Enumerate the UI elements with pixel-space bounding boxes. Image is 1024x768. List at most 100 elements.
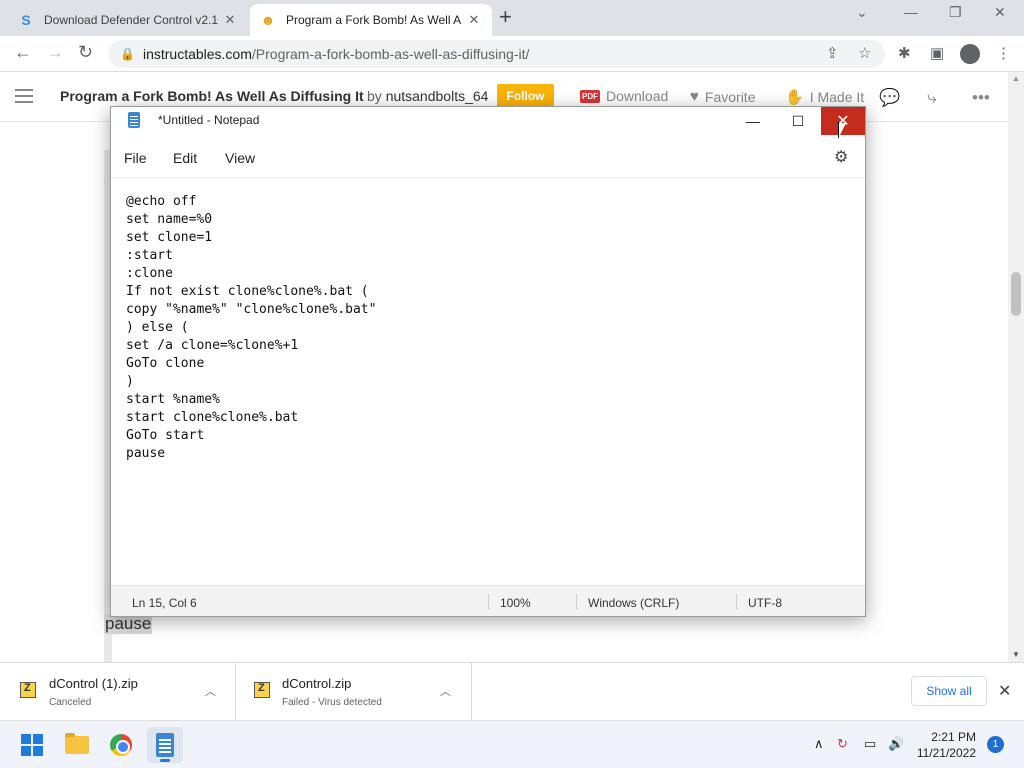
page-scrollbar[interactable]: ▲ ▼ (1008, 72, 1024, 662)
download-status: Canceled (49, 697, 92, 708)
minimize-icon[interactable]: — (904, 4, 918, 20)
tab-defender-control[interactable]: S Download Defender Control v2.1 ✕ (8, 4, 248, 36)
notepad-maximize-button[interactable]: ☐ (776, 107, 820, 135)
show-all-downloads-button[interactable]: Show all (911, 676, 987, 706)
favorite-label: Favorite (704, 88, 756, 105)
close-tab-icon[interactable]: ✕ (222, 12, 238, 28)
favorite-button[interactable]: ♥ Favorite (690, 88, 755, 105)
pdf-icon: PDF (580, 89, 600, 103)
code-line: @echo off (126, 194, 197, 209)
scrollbar-thumb[interactable] (1011, 272, 1021, 316)
address-bar[interactable]: 🔒 instructables.com/Program-a-fork-bomb-… (108, 40, 885, 68)
follow-button[interactable]: Follow (497, 84, 554, 108)
notepad-window: *Untitled - Notepad — ☐ ✕ File Edit View… (110, 106, 866, 617)
bookmark-star-icon[interactable]: ☆ (858, 44, 871, 62)
code-line: set name=%0 (126, 212, 213, 227)
chevron-up-icon[interactable]: ︿ (440, 683, 451, 699)
code-line: ) else ( (126, 320, 189, 335)
hamburger-menu-icon[interactable] (15, 89, 33, 103)
cursor-position: Ln 15, Col 6 (132, 596, 197, 610)
download-button[interactable]: PDF Download (580, 88, 668, 104)
menu-file[interactable]: File (124, 150, 147, 166)
notepad-title-bar[interactable]: *Untitled - Notepad — ☐ ✕ (111, 107, 865, 135)
share-icon[interactable]: ⇪ (826, 44, 839, 62)
clock[interactable]: 2:21 PM 11/21/2022 (916, 729, 976, 761)
code-line: pause (126, 446, 166, 461)
article-byline: by nutsandbolts_64 (367, 88, 488, 104)
code-line: GoTo clone (126, 356, 205, 371)
comments-icon[interactable]: 💬 (879, 88, 900, 108)
url-path: /Program-a-fork-bomb-as-well-as-diffusin… (251, 46, 530, 62)
settings-gear-icon[interactable]: ⚙ (834, 147, 848, 167)
download-item[interactable]: dControl.zip Failed - Virus detected ︿ (236, 663, 472, 720)
zip-file-icon (254, 682, 270, 698)
article-title[interactable]: Program a Fork Bomb! As Well As Diffusin… (60, 88, 364, 104)
chevron-up-icon[interactable]: ︿ (205, 683, 216, 699)
author-link[interactable]: nutsandbolts_64 (386, 88, 489, 104)
notification-badge[interactable]: 1 (987, 736, 1004, 753)
taskbar-chrome[interactable] (103, 727, 139, 763)
notepad-text-area[interactable]: @echo off set name=%0 set clone=1:start:cl… (111, 177, 865, 585)
windows-taskbar: ∧ ↻ ▭ 🔊 2:21 PM 11/21/2022 1 (0, 720, 1024, 768)
download-label: Download (606, 88, 669, 104)
display-icon[interactable]: ▭ (864, 736, 876, 752)
scroll-down-icon[interactable]: ▼ (1012, 650, 1020, 659)
downloads-bar: dControl (1).zip Canceled ︿ dControl.zip… (0, 662, 1024, 720)
volume-icon[interactable]: 🔊 (888, 736, 904, 752)
tab-fork-bomb[interactable]: ☻ Program a Fork Bomb! As Well A ✕ (250, 4, 492, 36)
code-line: start %name% (126, 392, 220, 407)
forward-arrow-icon[interactable]: → (46, 42, 64, 63)
close-downloads-bar-icon[interactable]: ✕ (998, 681, 1011, 701)
heart-icon: ♥ (690, 88, 699, 105)
code-line: set clone=1 (126, 230, 213, 245)
status-divider (576, 594, 577, 610)
browser-toolbar: ← → ↻ 🔒 instructables.com/Program-a-fork… (0, 36, 1024, 72)
clock-date: 11/21/2022 (916, 746, 976, 760)
menu-view[interactable]: View (225, 150, 255, 166)
chrome-icon (110, 734, 132, 756)
hand-icon: ✋ (785, 89, 804, 106)
close-tab-icon[interactable]: ✕ (466, 12, 482, 28)
download-filename: dControl.zip (282, 676, 352, 691)
scroll-up-icon[interactable]: ▲ (1012, 74, 1020, 83)
notepad-icon (156, 733, 174, 757)
restore-icon[interactable]: ❐ (949, 4, 962, 21)
profile-avatar[interactable] (960, 44, 980, 64)
close-window-icon[interactable]: ✕ (994, 4, 1006, 21)
taskbar-file-explorer[interactable] (59, 727, 95, 763)
share-icon[interactable]: ⤷ (927, 88, 937, 108)
menu-kebab-icon[interactable]: ⋮ (996, 44, 1011, 62)
new-tab-button[interactable]: + (499, 6, 512, 28)
menu-edit[interactable]: Edit (173, 150, 197, 166)
tab-title: Program a Fork Bomb! As Well A (286, 13, 462, 27)
taskbar-notepad[interactable] (147, 727, 183, 763)
download-item[interactable]: dControl (1).zip Canceled ︿ (0, 663, 236, 720)
encoding: UTF-8 (748, 596, 782, 610)
status-divider (488, 594, 489, 610)
side-panel-icon[interactable]: ▣ (930, 44, 944, 62)
tab-title: Download Defender Control v2.1 (44, 13, 219, 27)
sync-alert-icon[interactable]: ↻ (837, 736, 848, 752)
code-line: GoTo start (126, 428, 205, 443)
tab-search-chevron-icon[interactable]: ⌄ (856, 4, 868, 21)
i-made-it-button[interactable]: ✋ I Made It (785, 88, 864, 106)
code-line: :start (126, 248, 173, 263)
start-button[interactable] (14, 727, 50, 763)
url-domain: instructables.com (142, 46, 252, 62)
code-line: ) (126, 374, 134, 389)
back-arrow-icon[interactable]: ← (14, 42, 32, 63)
mouse-pointer-icon (838, 122, 846, 138)
code-line: start clone%clone%.bat (126, 410, 299, 425)
lock-icon[interactable]: 🔒 (120, 47, 135, 61)
active-app-indicator (160, 759, 170, 762)
notepad-minimize-button[interactable]: — (731, 107, 775, 135)
more-icon[interactable]: ••• (972, 88, 990, 108)
tray-overflow-chevron-icon[interactable]: ∧ (814, 736, 824, 752)
background-code-text: pause (104, 614, 153, 634)
status-divider (736, 594, 737, 610)
byline-prefix: by (367, 88, 382, 104)
reload-icon[interactable]: ↻ (78, 42, 93, 63)
code-line: copy "%name%" "clone%clone%.bat" (126, 302, 377, 317)
extensions-puzzle-icon[interactable]: ✱ (898, 44, 911, 62)
notepad-title: *Untitled - Notepad (158, 113, 260, 127)
